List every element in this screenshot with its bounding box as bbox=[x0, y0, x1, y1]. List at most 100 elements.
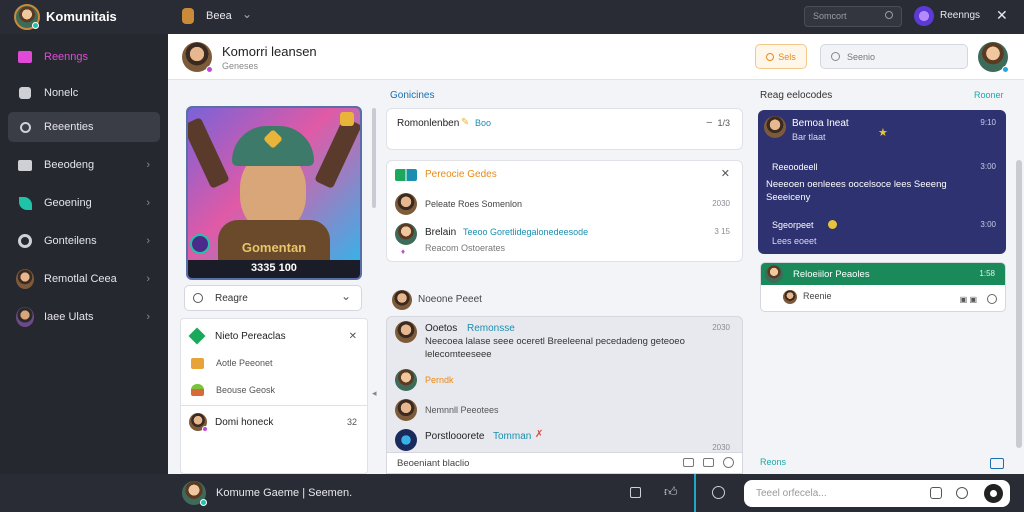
send-icon bbox=[990, 490, 997, 497]
profile-avatar[interactable] bbox=[182, 42, 213, 73]
attach-icon[interactable] bbox=[703, 458, 714, 467]
profile-name: Komorri leansen bbox=[222, 44, 317, 59]
notification-icon bbox=[395, 169, 417, 181]
sidebar-item-gonteilens[interactable]: Gonteilens › bbox=[8, 226, 160, 256]
channel-icon bbox=[182, 8, 194, 24]
game-avatar[interactable] bbox=[182, 481, 207, 506]
sidebar-item-reenngs[interactable]: Reenngs bbox=[8, 42, 160, 72]
list-item[interactable]: Nieto Pereaclas ✕ bbox=[188, 325, 359, 347]
chevron-left-icon: ◂ bbox=[372, 388, 377, 398]
green-card-title: Reloeiilor Peaoles bbox=[793, 269, 870, 280]
chat-icon[interactable]: ▣ ▣ bbox=[960, 295, 977, 304]
chevron-right-icon: › bbox=[146, 159, 150, 171]
list-footer-count: 32 bbox=[346, 417, 357, 427]
search-input[interactable]: Somcort bbox=[804, 6, 902, 27]
message-author: Perndk bbox=[425, 375, 454, 385]
right-title: Reag eelocodes bbox=[760, 90, 833, 101]
notification-title: Pereocie Gedes bbox=[425, 169, 497, 180]
main-panel: Komorri leansen Geneses Sels Seenio Gome… bbox=[168, 34, 1024, 474]
avatar bbox=[395, 223, 417, 245]
purple-card-name: Bemoa Ineat bbox=[792, 118, 849, 129]
folder-icon bbox=[16, 156, 34, 174]
filter-dropdown[interactable]: Reagre ⌄ bbox=[184, 285, 362, 311]
action-button[interactable]: Sels bbox=[755, 44, 807, 69]
search-icon bbox=[766, 52, 775, 61]
section-title: Gonicines bbox=[390, 90, 435, 101]
message-composer[interactable]: Beoeniant blaclio bbox=[386, 452, 743, 474]
sidebar-item-label: Reeenties bbox=[44, 121, 94, 133]
top-card-time: 1/3 bbox=[717, 118, 730, 128]
message-author: Ooetos bbox=[425, 323, 458, 334]
heart-icon: ♦ bbox=[401, 247, 406, 256]
user-avatar[interactable] bbox=[914, 6, 934, 26]
list-footer-item[interactable]: Domi honeck 32 bbox=[189, 411, 359, 433]
channel-name[interactable]: Beea bbox=[206, 10, 232, 22]
timestamp: 2030 bbox=[712, 323, 730, 332]
sidebar-item-nonelc[interactable]: Nonelc bbox=[8, 78, 160, 108]
list-item[interactable]: Aotle Peeonet bbox=[189, 352, 359, 374]
emoji-icon[interactable] bbox=[723, 457, 734, 468]
sidebar-item-beeodeng[interactable]: Beeodeng › bbox=[8, 150, 160, 180]
sidebar-item-geoening[interactable]: Geoening › bbox=[8, 188, 160, 218]
green-card[interactable]: Reloeiilor Peaoles 1:58 Reenie ▣ ▣ bbox=[760, 262, 1006, 312]
leaf-icon bbox=[16, 194, 34, 212]
chevron-right-icon: › bbox=[146, 235, 150, 247]
character-stats: 3335 100 bbox=[251, 262, 297, 274]
clock-icon[interactable] bbox=[956, 487, 968, 499]
purple-card-time: 3:00 bbox=[980, 220, 996, 229]
clock-icon[interactable] bbox=[987, 294, 997, 304]
top-card[interactable]: Romonlenben ✎ Boo 1/3 – bbox=[386, 108, 743, 150]
list-item-label: Aotle Peeonet bbox=[216, 358, 273, 368]
timestamp: 2030 bbox=[712, 199, 730, 208]
close-icon[interactable]: ✕ bbox=[349, 331, 357, 342]
chevron-right-icon: › bbox=[146, 273, 150, 285]
scrollbar[interactable] bbox=[372, 108, 376, 208]
thumbs-up-icon[interactable]: 👍︎ bbox=[664, 484, 678, 500]
avatar bbox=[395, 193, 417, 215]
sidebar-item-label: Beeodeng bbox=[44, 159, 95, 171]
list-item[interactable]: Beouse Geosk bbox=[189, 379, 359, 401]
header-user-avatar[interactable] bbox=[978, 42, 1009, 73]
photo-icon[interactable] bbox=[990, 458, 1004, 469]
bottom-link[interactable]: Reons bbox=[760, 457, 786, 467]
list-item-label: Nieto Pereaclas bbox=[215, 330, 286, 342]
search-icon bbox=[16, 118, 34, 136]
dropdown-value: Reagre bbox=[215, 293, 248, 304]
purple-card-time: 9:10 bbox=[980, 118, 996, 127]
sidebar-item-label: Geoening bbox=[44, 197, 92, 209]
user-label[interactable]: Reenngs bbox=[940, 10, 980, 21]
right-link[interactable]: Rooner bbox=[974, 90, 1004, 100]
sidebar-item-reeenties[interactable]: Reeenties bbox=[8, 112, 160, 142]
header-search-input[interactable]: Seenio bbox=[820, 44, 968, 69]
chat-input[interactable]: Teeel orfecela... bbox=[744, 480, 1010, 507]
divider bbox=[694, 474, 696, 512]
profile-card[interactable]: Gomentan 3335 100 bbox=[186, 106, 362, 280]
divider bbox=[181, 405, 367, 406]
sidebar: Reenngs Nonelc Reeenties Beeodeng › Geoe… bbox=[0, 34, 168, 474]
window-icon[interactable] bbox=[630, 487, 641, 498]
message-text: Neecoea lalase seee oceretl Breeleenal p… bbox=[425, 336, 685, 360]
gift-icon[interactable] bbox=[930, 487, 942, 499]
avatar bbox=[395, 399, 417, 421]
image-icon[interactable] bbox=[683, 458, 694, 467]
star-icon: ★ bbox=[878, 127, 888, 139]
chat-thread: Ooetos Remonsse 2030 Neecoea lalase seee… bbox=[386, 316, 743, 474]
list-item-label: Beouse Geosk bbox=[216, 385, 276, 395]
record-icon bbox=[16, 232, 34, 250]
sidebar-item-remotlal-ceea[interactable]: Remotlal Ceea › bbox=[8, 264, 160, 294]
purple-card-time: 3:00 bbox=[980, 162, 996, 171]
character-caption: Gomentan bbox=[241, 240, 307, 255]
send-button[interactable] bbox=[984, 484, 1003, 503]
search-icon bbox=[885, 11, 893, 19]
close-icon[interactable]: ✕ bbox=[996, 7, 1008, 24]
chevron-down-icon[interactable]: ⌄ bbox=[242, 7, 252, 21]
emoji-icon[interactable] bbox=[712, 486, 725, 499]
sidebar-item-iaee-ulats[interactable]: Iaee Ulats › bbox=[8, 302, 160, 332]
header-search-placeholder: Seenio bbox=[847, 52, 876, 62]
chevron-right-icon: › bbox=[146, 197, 150, 209]
purple-card[interactable]: Bemoa Ineat ★ Bar tlaat 9:10 Reeoodeell … bbox=[758, 110, 1006, 254]
sidebar-item-label: Nonelc bbox=[44, 87, 79, 99]
app-avatar[interactable] bbox=[14, 4, 40, 30]
close-icon[interactable]: ✕ bbox=[721, 167, 730, 180]
right-scrollbar[interactable] bbox=[1016, 160, 1022, 448]
